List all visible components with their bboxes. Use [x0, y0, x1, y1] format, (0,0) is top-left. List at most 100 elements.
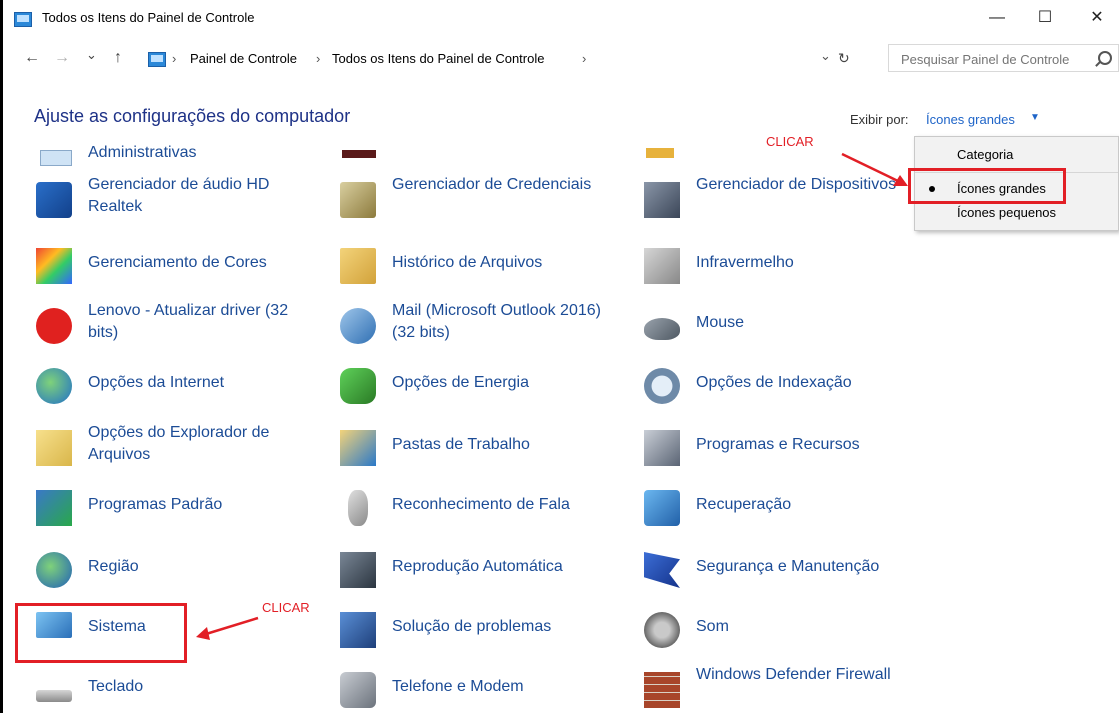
- control-panel-item[interactable]: Gerenciamento de Cores: [36, 246, 326, 294]
- item-label: Recuperação: [696, 496, 792, 513]
- power-options-icon: [340, 368, 376, 404]
- item-label: Solução de problemas: [392, 618, 552, 635]
- up-arrow-icon[interactable]: ↑: [114, 49, 122, 67]
- work-folders-icon: [340, 430, 376, 466]
- control-panel-item[interactable]: Região: [36, 550, 326, 598]
- annotation-click-top: CLICAR: [766, 134, 814, 149]
- control-panel-item[interactable]: Teclado: [36, 670, 326, 718]
- close-button[interactable]: ✕: [1074, 4, 1119, 32]
- item-label: Região: [88, 558, 139, 575]
- firewall-icon: [644, 672, 680, 708]
- item-label: Mail (Microsoft Outlook 2016) (32 bits): [392, 302, 601, 341]
- item-label: Gerenciador de áudio HD Realtek: [88, 176, 270, 215]
- control-panel-item[interactable]: Reprodução Automática: [340, 550, 630, 598]
- menu-item-small-icons[interactable]: Ícones pequenos: [915, 201, 1119, 227]
- item-label: Gerenciador de Dispositivos: [696, 176, 897, 193]
- item-label: Opções da Internet: [88, 374, 225, 391]
- control-panel-item[interactable]: Segurança e Manutenção: [644, 550, 934, 598]
- address-dropdown-icon[interactable]: ⌄: [820, 48, 831, 64]
- recent-locations-icon[interactable]: ⌄: [86, 47, 97, 63]
- search-icon[interactable]: [1098, 51, 1112, 65]
- control-panel-item[interactable]: Reconhecimento de Fala: [340, 488, 630, 536]
- item-label: Segurança e Manutenção: [696, 558, 880, 575]
- control-panel-item[interactable]: Windows Defender Firewall: [644, 666, 934, 718]
- back-arrow-icon[interactable]: ←: [24, 49, 40, 67]
- control-panel-item[interactable]: Mouse: [644, 306, 934, 354]
- view-by-label: Exibir por:: [850, 112, 909, 127]
- window-title: Todos os Itens do Painel de Controle: [42, 10, 255, 25]
- chevron-down-icon[interactable]: ▼: [1030, 112, 1040, 123]
- view-by-dropdown[interactable]: Ícones grandes: [926, 112, 1015, 127]
- item-label: Programas Padrão: [88, 496, 223, 513]
- control-panel-item[interactable]: Opções de Indexação: [644, 366, 934, 414]
- refresh-icon[interactable]: ↻: [838, 50, 850, 67]
- control-panel-item[interactable]: Telefone e Modem: [340, 670, 630, 718]
- control-panel-item[interactable]: Mail (Microsoft Outlook 2016) (32 bits): [340, 302, 630, 354]
- control-panel-small-icon: [148, 52, 166, 67]
- control-panel-item[interactable]: Opções da Internet: [36, 366, 326, 414]
- phone-modem-icon: [340, 672, 376, 708]
- control-panel-item[interactable]: Gerenciador de Credenciais: [340, 176, 630, 228]
- item-label[interactable]: Administrativas: [88, 144, 196, 162]
- page-title: Ajuste as configurações do computador: [34, 106, 351, 126]
- control-panel-item[interactable]: Pastas de Trabalho: [340, 428, 630, 476]
- item-label: Reconhecimento de Fala: [392, 496, 570, 513]
- menu-item-category[interactable]: Categoria: [915, 141, 1119, 167]
- control-panel-item[interactable]: Gerenciador de áudio HD Realtek: [36, 176, 326, 228]
- control-panel-item[interactable]: Lenovo - Atualizar driver (32 bits): [36, 302, 326, 354]
- recovery-icon: [644, 490, 680, 526]
- region-globe-icon: [36, 552, 72, 588]
- item-label: Gerenciamento de Cores: [88, 254, 267, 271]
- highlight-large-icons: [908, 168, 1066, 204]
- control-panel-item[interactable]: Solução de problemas: [340, 610, 630, 658]
- search-input[interactable]: [899, 49, 1093, 69]
- credentials-safe-icon: [340, 182, 376, 218]
- device-manager-icon: [644, 182, 680, 218]
- address-bar[interactable]: › Painel de Controle › Todos os Itens do…: [148, 45, 878, 73]
- control-panel-item[interactable]: Programas e Recursos: [644, 428, 934, 476]
- programs-features-icon: [644, 430, 680, 466]
- file-history-icon: [340, 248, 376, 284]
- item-label: Teclado: [88, 678, 144, 695]
- title-bar: Todos os Itens do Painel de Controle — ☐…: [10, 0, 1119, 36]
- control-panel-item[interactable]: Gerenciador de Dispositivos: [644, 176, 934, 228]
- breadcrumb-all-items[interactable]: Todos os Itens do Painel de Controle: [332, 51, 544, 66]
- highlight-sistema: [15, 603, 187, 663]
- item-label: Opções de Energia: [392, 374, 529, 391]
- control-panel-item[interactable]: Histórico de Arquivos: [340, 246, 630, 294]
- control-panel-item[interactable]: Recuperação: [644, 488, 934, 536]
- breadcrumb-separator: ›: [582, 51, 587, 66]
- mouse-icon: [644, 318, 680, 340]
- item-label: Telefone e Modem: [392, 678, 524, 695]
- item-label: Lenovo - Atualizar driver (32 bits): [88, 302, 289, 341]
- item-label: Mouse: [696, 314, 745, 331]
- keyboard-icon: [36, 690, 72, 702]
- annotation-click-bottom: CLICAR: [262, 600, 310, 615]
- item-label: Som: [696, 618, 729, 635]
- autoplay-icon: [340, 552, 376, 588]
- control-panel-item[interactable]: Som: [644, 610, 934, 658]
- item-label: Infravermelho: [696, 254, 794, 271]
- control-panel-item[interactable]: Programas Padrão: [36, 488, 326, 536]
- minimize-button[interactable]: —: [974, 4, 1020, 32]
- speaker-icon: [644, 612, 680, 648]
- admin-tools-icon: [40, 150, 72, 166]
- infrared-icon: [644, 248, 680, 284]
- default-programs-icon: [36, 490, 72, 526]
- breadcrumb-control-panel[interactable]: Painel de Controle: [190, 51, 297, 66]
- maximize-button[interactable]: ☐: [1022, 4, 1068, 32]
- microphone-icon: [348, 490, 368, 526]
- search-box[interactable]: [888, 44, 1119, 72]
- window-left-edge: [0, 0, 3, 713]
- audio-icon: [36, 182, 72, 218]
- control-panel-item[interactable]: Infravermelho: [644, 246, 934, 294]
- control-panel-item[interactable]: Opções de Energia: [340, 366, 630, 414]
- indexing-icon: [644, 368, 680, 404]
- item-label: Opções do Explorador de Arquivos: [88, 424, 270, 463]
- breadcrumb-separator: ›: [316, 51, 321, 66]
- mail-icon: [340, 308, 376, 344]
- partial-icon: [342, 150, 376, 158]
- item-label: Histórico de Arquivos: [392, 254, 543, 271]
- control-panel-item[interactable]: Opções do Explorador de Arquivos: [36, 424, 326, 476]
- forward-arrow-icon[interactable]: →: [54, 49, 70, 67]
